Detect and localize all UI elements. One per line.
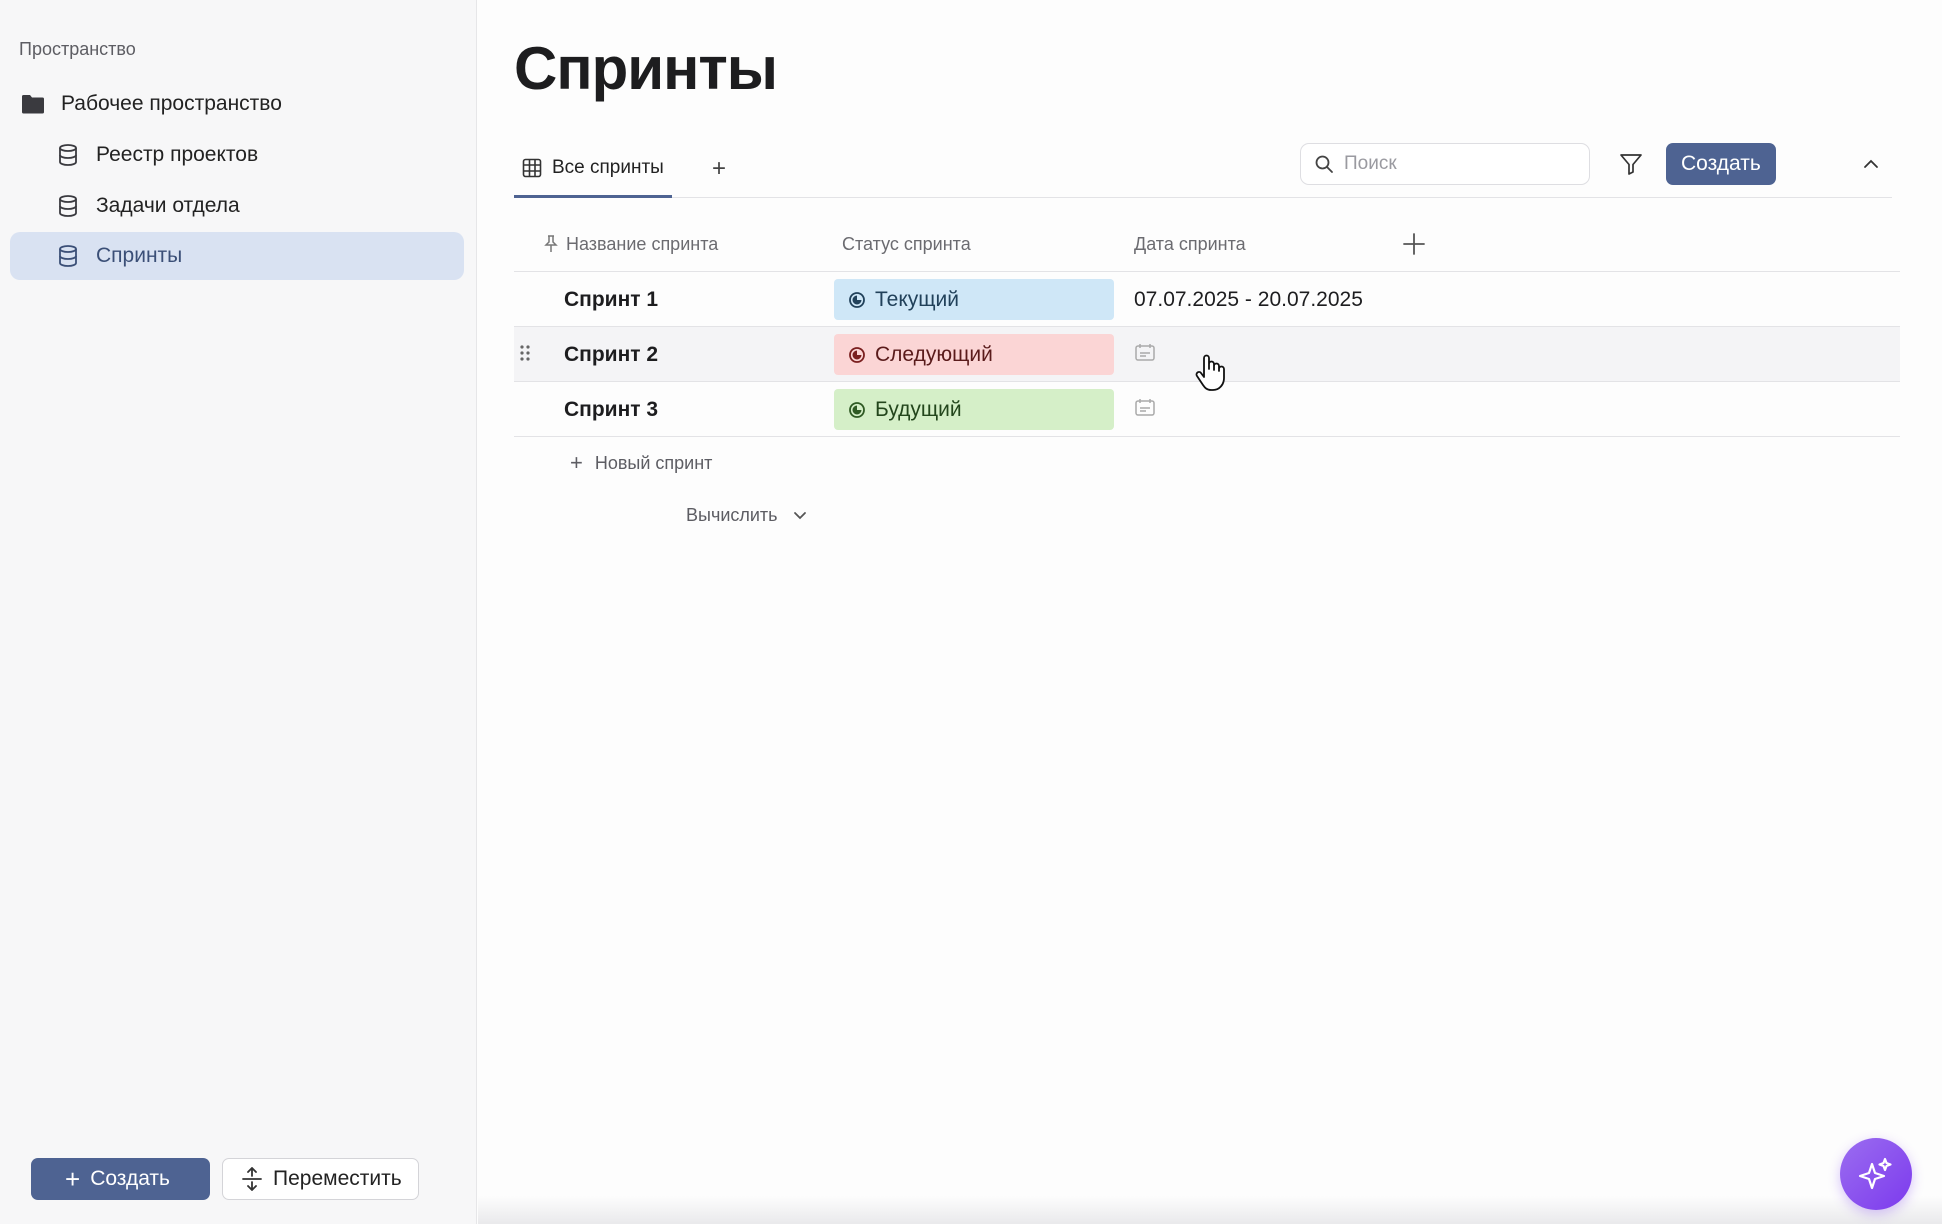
sidebar-section-title: Пространство [19,39,136,59]
column-header-date[interactable]: Дата спринта [1134,216,1246,272]
table-header: Название спринта Статус спринта Дата спр… [514,216,1900,272]
sidebar-item-sprints[interactable]: Спринты [10,232,464,280]
sprint-name[interactable]: Спринт 1 [564,272,658,327]
filter-icon [1619,152,1643,176]
bottom-fade [478,1196,1942,1224]
filter-button[interactable] [1616,149,1646,179]
new-sprint-button[interactable]: + Новый спринт [514,437,1900,489]
database-icon [54,141,82,169]
status-icon [848,291,866,309]
collapse-button[interactable] [1856,149,1886,179]
plus-icon: + [65,1164,81,1194]
calculate-button[interactable]: Вычислить [514,489,1900,541]
sidebar-item-label: Реестр проектов [96,143,259,166]
move-vertical-icon [241,1167,263,1191]
add-column-button[interactable] [1398,228,1430,260]
status-icon [848,401,866,419]
sidebar-item-projects-registry[interactable]: Реестр проектов [10,131,464,179]
sidebar-item-label: Рабочее пространство [61,92,282,115]
table-row[interactable]: Спринт 1 Текущий 07.07.2025 - 20.07.2025 [514,272,1900,327]
calendar-icon[interactable] [1134,343,1156,363]
folder-icon [19,90,47,118]
sprint-name[interactable]: Спринт 3 [564,382,658,437]
sidebar-item-label: Спринты [96,244,183,267]
database-icon [54,242,82,270]
table-icon [522,158,542,178]
status-badge[interactable]: Будущий [834,389,1114,430]
status-badge[interactable]: Текущий [834,279,1114,320]
search-box[interactable] [1300,143,1590,185]
plus-icon [1403,233,1425,255]
view-toolbar: Все спринты + Создать [514,140,1892,198]
sidebar-item-department-tasks[interactable]: Задачи отдела [10,182,464,230]
status-icon [848,346,866,364]
hand-cursor-icon [1193,352,1227,397]
chevron-down-icon [792,507,808,523]
sprint-date[interactable]: 07.07.2025 - 20.07.2025 [1134,272,1363,327]
sparkle-icon [1858,1156,1894,1192]
sidebar-item-workspace[interactable]: Рабочее пространство [10,80,464,128]
drag-handle-icon[interactable] [518,343,532,363]
column-header-name[interactable]: Название спринта [544,216,718,272]
pin-icon [544,235,558,253]
sidebar: Пространство Рабочее пространство Реестр… [0,0,477,1224]
create-button[interactable]: Создать [1666,143,1776,185]
column-header-status[interactable]: Статус спринта [842,216,971,272]
plus-icon: + [570,450,583,475]
tab-all-sprints[interactable]: Все спринты [514,140,672,198]
calendar-icon[interactable] [1134,398,1156,418]
main-content: Спринты Все спринты + Поиск Создать Назв… [478,0,1942,1224]
chevron-up-icon [1861,154,1881,174]
move-button[interactable]: Переместить [222,1158,419,1200]
ai-assistant-button[interactable] [1840,1138,1912,1210]
search-icon [1314,154,1334,174]
database-icon [54,192,82,220]
page-title: Спринты [514,35,778,102]
sidebar-create-button[interactable]: + Создать [31,1158,210,1200]
status-badge[interactable]: Следующий [834,334,1114,375]
sidebar-item-label: Задачи отдела [96,194,240,217]
search-input[interactable] [1344,153,1564,175]
add-view-button[interactable]: + [704,154,734,184]
sidebar-actions: + Создать Переместить [31,1158,419,1200]
sprint-name[interactable]: Спринт 2 [564,327,658,382]
